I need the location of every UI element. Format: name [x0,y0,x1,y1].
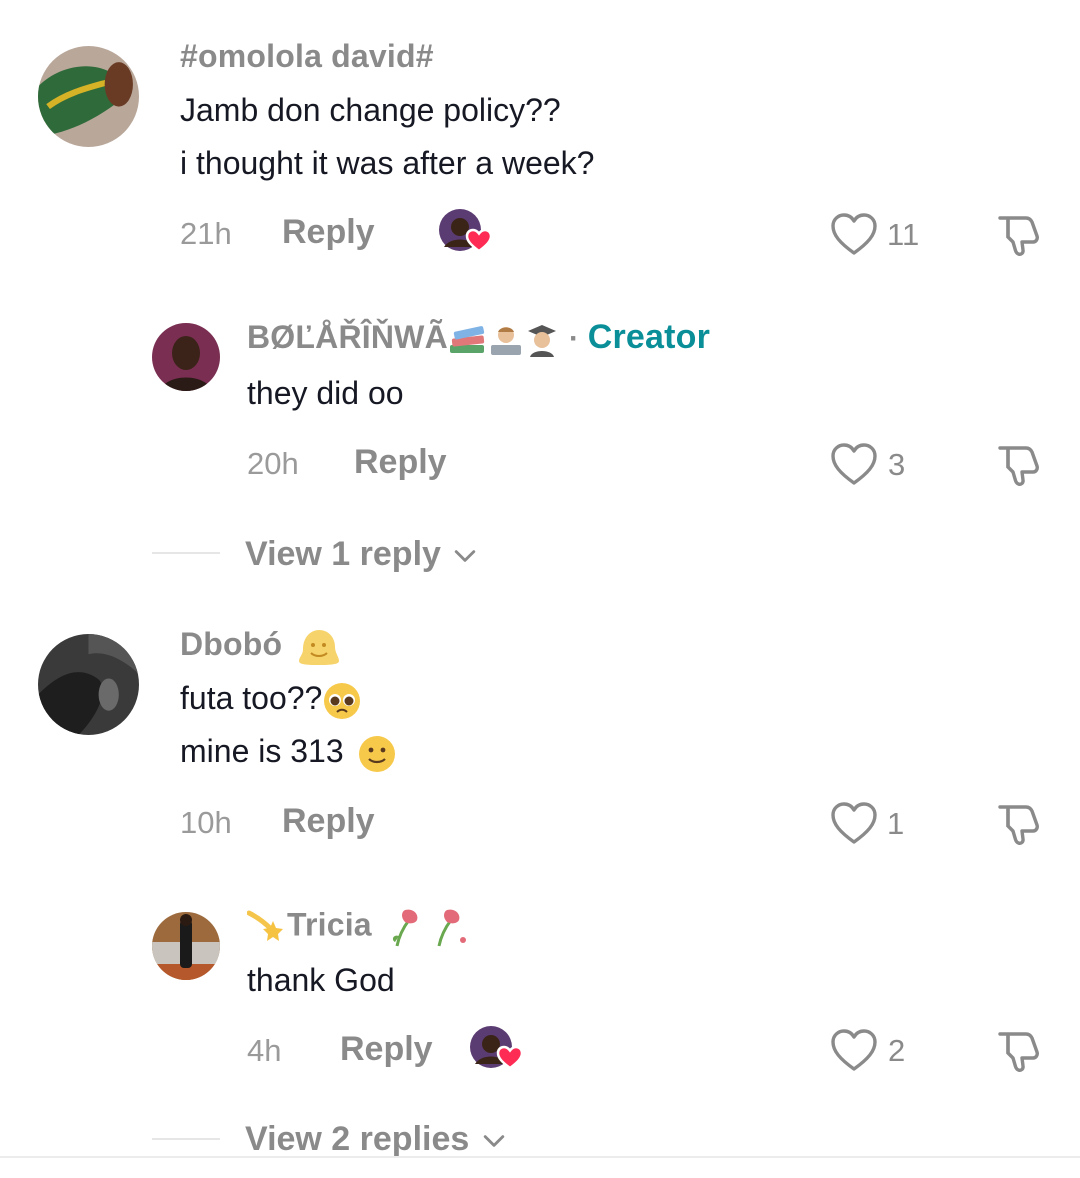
reply-button[interactable]: Reply [282,802,375,841]
avatar[interactable] [152,912,220,980]
like-button[interactable] [830,442,878,486]
view-replies-clip: View 2 replies [0,1110,1080,1156]
slightly-smiling-face-emoji-icon [358,735,395,772]
creator-liked-badge [469,1024,527,1072]
chevron-down-icon [483,1134,505,1148]
reply-text-line: they did oo [247,375,404,411]
avatar[interactable] [38,634,139,735]
like-button[interactable] [830,801,878,845]
creator-liked-badge [438,207,496,255]
dislike-button[interactable] [992,210,1040,258]
dislike-button[interactable] [992,1026,1040,1074]
bottom-divider [0,1156,1080,1158]
reply-text-line: thank God [247,962,395,998]
avatar[interactable] [152,323,220,391]
books-emoji-icon [449,325,485,353]
reply-time: 4h [247,1033,282,1068]
view-replies-button[interactable]: View 2 replies [245,1120,505,1156]
melting-face-emoji-icon [299,629,340,665]
like-count: 11 [887,217,920,252]
like-button[interactable] [830,1028,878,1072]
graduate-emoji-icon [527,324,556,357]
creator-separator: · [568,322,588,355]
dislike-button[interactable] [992,799,1040,847]
reply-button[interactable]: Reply [282,213,375,252]
comment-username[interactable]: Dbobó [180,626,341,667]
like-count: 3 [888,447,906,482]
technologist-emoji-icon [490,326,521,355]
chevron-down-icon [454,549,476,563]
divider [152,552,220,554]
reply-username[interactable]: BØĽÅŘÎŇWÃ · Creator [247,318,710,357]
reply-button[interactable]: Reply [340,1030,433,1069]
comment-text-line: futa too?? [180,680,362,721]
wilted-flower-emoji-icon [437,909,466,947]
comment-username[interactable]: #omolola david# [180,38,434,75]
view-replies-button[interactable]: View 1 reply [245,535,476,574]
comment-time: 21h [180,216,232,251]
comment-text-line: mine is 313 [180,733,397,774]
reply-button[interactable]: Reply [354,443,447,482]
avatar[interactable] [38,46,139,147]
dislike-button[interactable] [992,440,1040,488]
like-button[interactable] [830,212,878,256]
reply-username[interactable]: Tricia [247,906,471,948]
comment-text-line: Jamb don change policy?? [180,92,561,128]
creator-badge: Creator [587,318,711,356]
shooting-star-emoji-icon [247,910,283,941]
comment-time: 10h [180,805,232,840]
like-count: 1 [887,806,905,841]
pleading-face-emoji-icon [324,682,361,719]
comment-text-line: i thought it was after a week? [180,145,595,181]
reply-time: 20h [247,446,299,481]
like-count: 2 [888,1033,906,1068]
wilted-flower-emoji-icon [392,909,418,947]
